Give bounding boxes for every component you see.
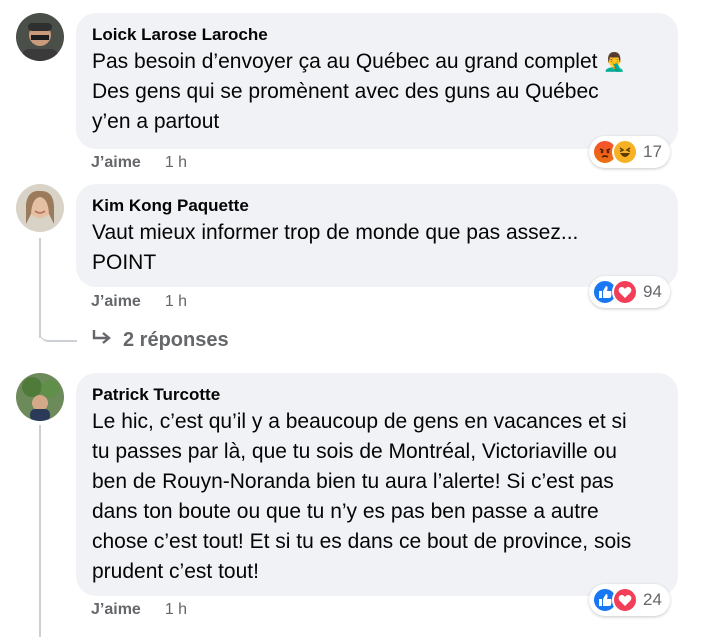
reaction-summary[interactable]: 94 — [589, 276, 670, 308]
love-icon — [612, 587, 638, 613]
comment-actions: J’aime 1 h — [91, 601, 187, 619]
comment-line: y’en a partout — [92, 110, 220, 133]
comment-timestamp[interactable]: 1 h — [165, 601, 187, 619]
haha-icon — [612, 139, 638, 165]
comment-author[interactable]: Patrick Turcotte — [92, 383, 664, 407]
reaction-count: 94 — [643, 282, 662, 301]
comment-text: Vaut mieux informer trop de monde que pa… — [92, 218, 664, 278]
avatar[interactable] — [16, 184, 64, 232]
like-button[interactable]: J’aime — [91, 293, 141, 311]
reaction-count: 24 — [643, 590, 662, 609]
comment-timestamp[interactable]: 1 h — [165, 154, 187, 172]
replies-label: 2 réponses — [123, 328, 229, 351]
like-button[interactable]: J’aime — [91, 601, 141, 619]
thread-line-bottom — [39, 425, 41, 637]
reply-arrow-icon — [91, 328, 113, 352]
comment-bubble: Loick Larose Laroche Pas besoin d’envoye… — [76, 13, 678, 149]
comment-line: prudent c’est tout! — [92, 560, 259, 583]
comment-line: Vaut mieux informer trop de monde que pa… — [92, 221, 579, 244]
comment-line: Pas besoin d’envoyer ça au Québec au gra… — [92, 50, 598, 73]
thread-curve — [39, 320, 77, 342]
comment-line: dans ton boute ou que tu n’y es pas ben … — [92, 500, 599, 523]
comment-line: POINT — [92, 251, 157, 274]
view-replies-button[interactable]: 2 réponses — [91, 328, 229, 352]
comment-actions: J’aime 1 h — [91, 293, 187, 311]
avatar[interactable] — [16, 13, 64, 61]
avatar[interactable] — [16, 373, 64, 421]
comment-line: chose c’est tout! Et si tu es dans ce bo… — [92, 530, 632, 553]
comment-author[interactable]: Kim Kong Paquette — [92, 194, 664, 218]
comment-actions: J’aime 1 h — [91, 154, 187, 172]
reaction-summary[interactable]: 17 — [589, 136, 670, 168]
reaction-count: 17 — [643, 142, 662, 161]
comment-author[interactable]: Loick Larose Laroche — [92, 23, 664, 47]
comment-text: Pas besoin d’envoyer ça au Québec au gra… — [92, 47, 664, 137]
comment-timestamp[interactable]: 1 h — [165, 293, 187, 311]
comment-text: Le hic, c’est qu’il y a beaucoup de gens… — [92, 407, 664, 587]
comment-line: tu passes par là, que tu sois de Montréa… — [92, 440, 617, 463]
facepalm-emoji-icon: 🤦‍♂️ — [603, 52, 626, 72]
like-button[interactable]: J’aime — [91, 154, 141, 172]
comment-line: Des gens qui se promènent avec des guns … — [92, 80, 599, 103]
comment-bubble: Patrick Turcotte Le hic, c’est qu’il y a… — [76, 373, 678, 596]
comment-line: ben de Rouyn-Noranda bien tu aura l’aler… — [92, 470, 614, 493]
comment-bubble: Kim Kong Paquette Vaut mieux informer tr… — [76, 184, 678, 287]
reaction-summary[interactable]: 24 — [589, 584, 670, 616]
comment-line: Le hic, c’est qu’il y a beaucoup de gens… — [92, 410, 627, 433]
love-icon — [612, 279, 638, 305]
